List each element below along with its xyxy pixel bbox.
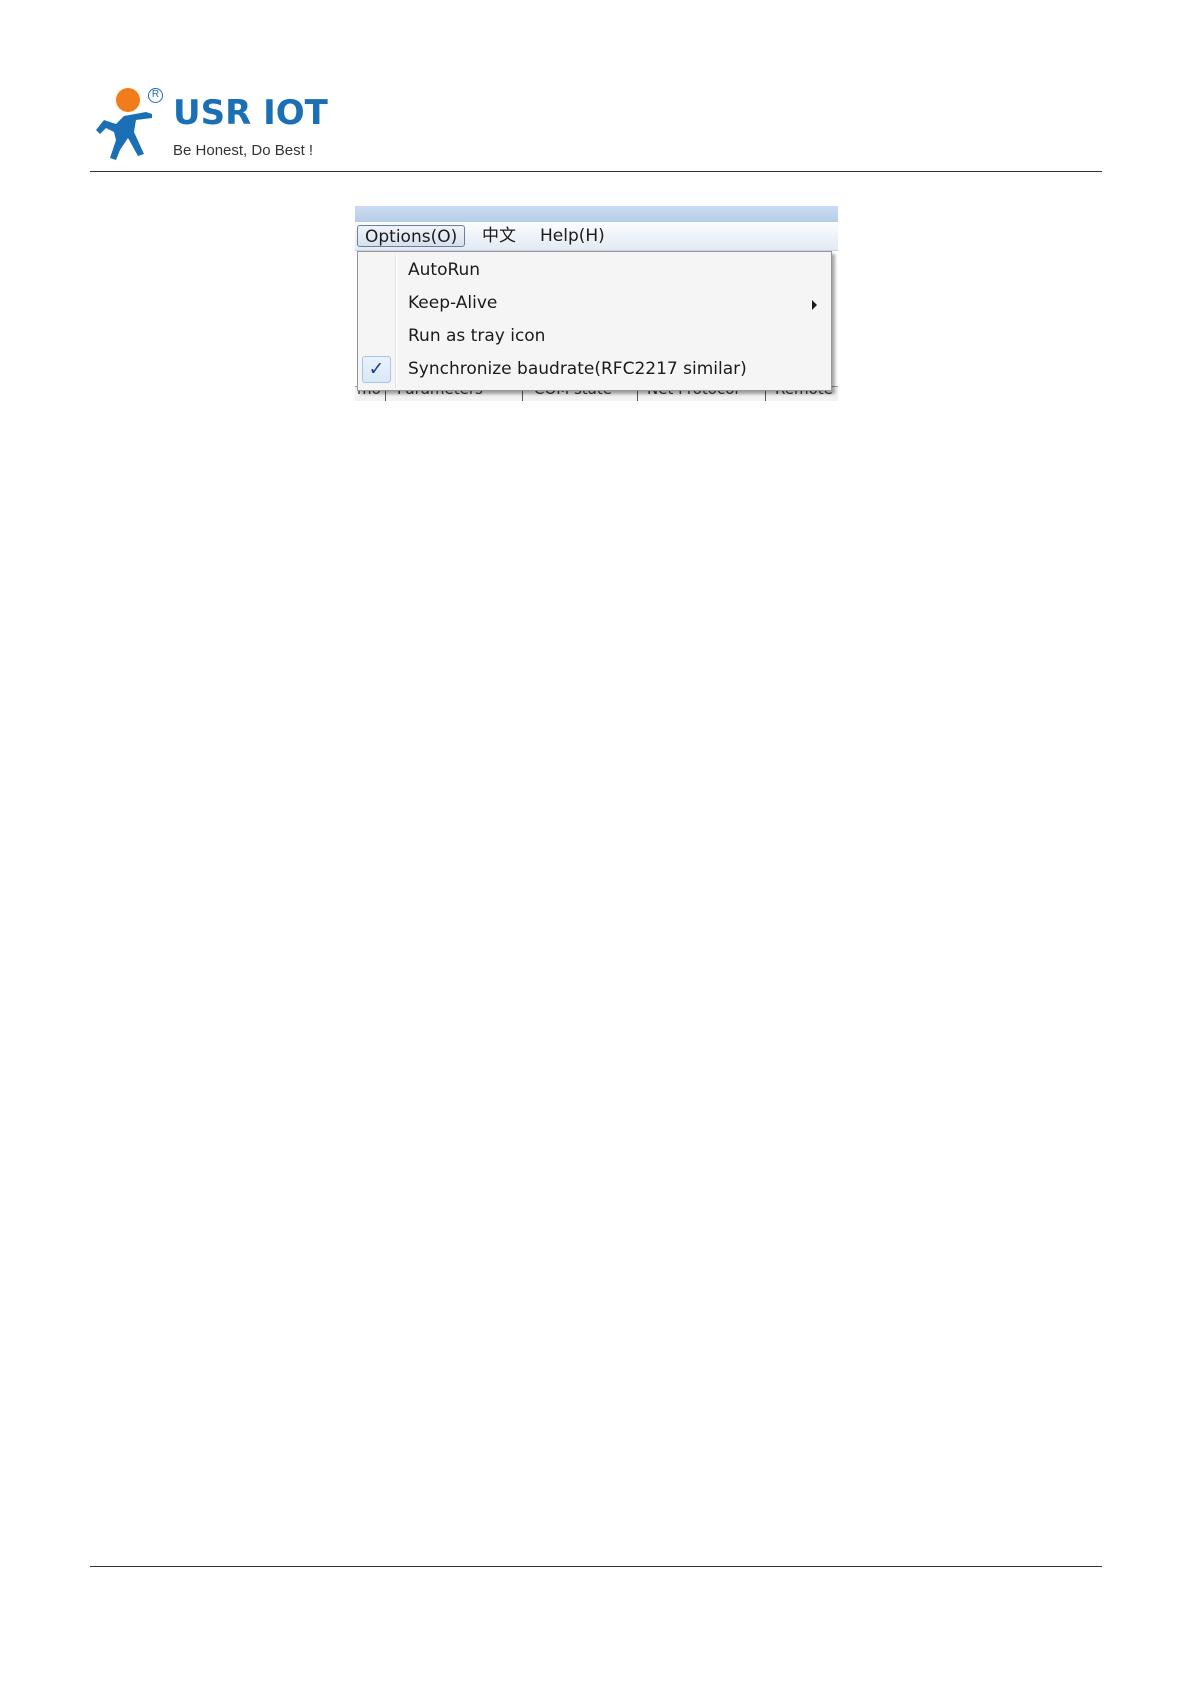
- menu-item-label: Keep-Alive: [408, 293, 498, 313]
- chevron-right-icon: [812, 300, 817, 310]
- menu-item-synchronize-baudrate[interactable]: ✓ Synchronize baudrate(RFC2217 similar): [360, 353, 829, 386]
- menu-bar: Options(O) 中文 Help(H): [355, 222, 838, 251]
- footer-divider: [90, 1566, 1102, 1567]
- registered-mark: R: [148, 88, 163, 103]
- company-logo: R USR IOT Be Honest, Do Best !: [94, 88, 334, 168]
- menu-item-run-as-tray-icon[interactable]: Run as tray icon: [360, 320, 829, 353]
- menu-help[interactable]: Help(H): [534, 225, 611, 247]
- menu-item-label: AutoRun: [408, 260, 481, 280]
- window-titlebar: [355, 206, 838, 222]
- menu-item-autorun[interactable]: AutoRun: [360, 254, 829, 287]
- menu-options[interactable]: Options(O): [357, 225, 466, 247]
- menu-item-keep-alive[interactable]: Keep-Alive: [360, 287, 829, 320]
- menu-item-label: Synchronize baudrate(RFC2217 similar): [408, 359, 747, 379]
- app-screenshot: Options(O) 中文 Help(H) mo Parameters COM …: [355, 206, 838, 401]
- checkmark-icon: ✓: [362, 356, 391, 383]
- options-dropdown-menu: AutoRun Keep-Alive Run as tray icon ✓ Sy…: [357, 251, 832, 391]
- brand-name: USR IOT: [173, 93, 328, 133]
- header-divider: [90, 171, 1102, 172]
- menu-item-label: Run as tray icon: [408, 326, 546, 346]
- brand-tagline: Be Honest, Do Best !: [173, 142, 314, 159]
- menu-language[interactable]: 中文: [476, 225, 522, 247]
